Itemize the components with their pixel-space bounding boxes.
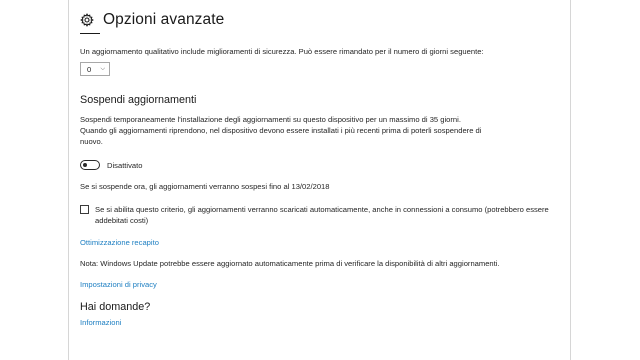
window-left-border (68, 0, 69, 360)
privacy-settings-link[interactable]: Impostazioni di privacy (80, 280, 157, 289)
toggle-knob (83, 162, 87, 167)
metered-label-line2: addebitati costi) (95, 216, 149, 225)
pause-toggle-row: Disattivato (80, 159, 142, 171)
info-link[interactable]: Informazioni (80, 318, 121, 327)
page-header: Opzioni avanzate (80, 10, 224, 30)
defer-days-select[interactable]: 0 ⌵ (80, 62, 110, 76)
pause-description-line3: nuovo. (80, 137, 103, 146)
pause-section-title: Sospendi aggiornamenti (80, 94, 197, 106)
defer-days-value: 0 (87, 64, 92, 74)
metered-connection-checkbox[interactable] (80, 205, 89, 214)
questions-title: Hai domande? (80, 301, 151, 313)
settings-content: Opzioni avanzate Un aggiornamento qualit… (80, 0, 560, 360)
metered-label-line1: Se si abilita questo criterio, gli aggio… (95, 205, 549, 214)
quality-update-description: Un aggiornamento qualitativo include mig… (80, 47, 484, 56)
pause-until-text: Se si sospende ora, gli aggiornamenti ve… (80, 182, 330, 191)
pause-toggle-label: Disattivato (107, 160, 143, 170)
delivery-optimization-link[interactable]: Ottimizzazione recapito (80, 238, 159, 247)
chevron-down-icon: ⌵ (100, 65, 105, 72)
page-title: Opzioni avanzate (103, 11, 225, 28)
pause-description-line2: Quando gli aggiornamenti riprendono, nel… (80, 126, 482, 135)
windows-update-note: Nota: Windows Update potrebbe essere agg… (80, 259, 500, 268)
pause-description-line1: Sospendi temporaneamente l'installazione… (80, 115, 461, 124)
metered-checkbox-row: Se si abilita questo criterio, gli aggio… (80, 204, 550, 226)
gear-icon (80, 13, 94, 27)
pause-toggle[interactable] (80, 160, 100, 170)
metered-checkbox-label: Se si abilita questo criterio, gli aggio… (95, 204, 550, 226)
title-underline (80, 33, 100, 34)
window-right-border (570, 0, 571, 360)
